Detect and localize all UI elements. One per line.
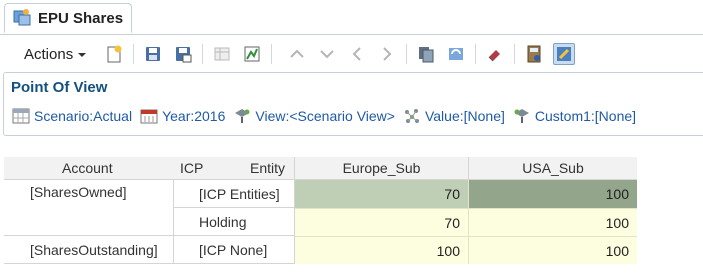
row-header-account[interactable]: [SharesOwned] [4,180,174,208]
grid-button[interactable] [211,43,233,65]
column-header-europe-sub[interactable]: Europe_Sub [295,157,469,180]
tab-label: EPU Shares [38,9,124,27]
copy-icon [419,47,434,63]
new-document-button[interactable] [103,43,125,65]
tab-bar: EPU Shares [0,0,703,35]
column-header-usa-sub[interactable]: USA_Sub [469,157,637,180]
chevron-left-icon [352,47,361,61]
chevron-down-icon [320,50,334,59]
calendar-icon [140,109,158,124]
pov-year[interactable]: Year:2016 [140,108,225,124]
save-as-icon [176,47,192,63]
header-account: Account [62,160,113,176]
data-cell[interactable]: 100 [469,208,637,236]
save-button[interactable] [142,43,164,65]
table-row: Holding 70 100 [4,208,637,236]
chevron-up-icon [290,49,304,58]
row-header-icp[interactable]: [ICP None] [174,236,295,264]
grid-row-header-titles: Account ICP Entity [4,157,295,180]
pov-scenario[interactable]: Scenario:Actual [12,108,132,124]
toolbar-divider [406,44,408,64]
copy-button[interactable] [415,43,437,65]
toolbar-divider [514,44,516,64]
view-icon [235,109,250,123]
edit-mode-button[interactable] [553,43,576,65]
refresh-icon [449,48,464,60]
pov-custom1[interactable]: Custom1:[None] [513,108,636,124]
value-icon [404,109,419,123]
move-down-button[interactable] [316,43,338,65]
save-icon [146,47,161,61]
point-of-view-panel: Point Of View Scenario:Actual Year:2016 [3,72,703,136]
table-row: [SharesOwned] [ICP Entities] 70 100 [4,180,637,208]
pov-value-label: Value:[None] [424,108,505,124]
edit-icon [557,47,572,61]
actions-label: Actions [24,45,74,63]
data-cell[interactable]: 100 [469,180,637,208]
move-up-button[interactable] [286,43,308,65]
pov-view-label: View:<Scenario View> [255,108,395,124]
actions-menu[interactable]: Actions [24,46,87,63]
toolbar-divider [475,44,477,64]
grid-icon [214,47,230,61]
grid-header-row: Account ICP Entity Europe_Sub USA_Sub [4,157,637,180]
data-cell[interactable]: 100 [295,236,469,264]
table-row: [SharesOutstanding] [ICP None] 100 100 [4,236,637,264]
row-header-icp[interactable]: [ICP Entities] [174,180,295,208]
clear-button[interactable] [484,43,506,65]
row-header-icp[interactable]: Holding [174,208,295,236]
data-cell[interactable]: 70 [295,208,469,236]
toolbar-divider [133,44,135,64]
row-header-account [4,208,174,236]
chevron-down-icon [77,46,87,63]
pov-items: Scenario:Actual Year:2016 View:<Scenario… [12,108,644,124]
header-icp: ICP [180,160,204,176]
chevron-right-icon [383,47,392,61]
toolbar-divider [202,44,204,64]
row-header-account[interactable]: [SharesOutstanding] [4,236,174,264]
new-document-icon [107,45,122,63]
refresh-button[interactable] [445,43,467,65]
custom-icon [514,109,529,123]
chart-icon [244,46,260,62]
calculator-icon [527,45,541,63]
tab-epu-shares[interactable]: EPU Shares [4,3,132,33]
data-cell[interactable]: 100 [469,236,637,264]
toolbar-divider [271,44,273,64]
pov-scenario-label: Scenario:Actual [34,108,133,124]
move-left-button[interactable] [346,43,368,65]
save-as-button[interactable] [172,43,194,65]
form-icon [13,8,31,29]
scenario-icon [12,108,30,124]
calculate-button[interactable] [523,43,545,65]
data-cell[interactable]: 70 [295,180,469,208]
pov-custom1-label: Custom1:[None] [534,108,637,124]
pov-view[interactable]: View:<Scenario View> [233,108,395,124]
pov-value[interactable]: Value:[None] [403,108,505,124]
pov-title: Point Of View [11,79,108,96]
eraser-icon [488,50,501,62]
toolbar: Actions [0,37,703,71]
chart-button[interactable] [241,43,263,65]
header-entity: Entity [250,160,286,176]
pov-year-label: Year:2016 [162,108,226,124]
move-right-button[interactable] [376,43,398,65]
